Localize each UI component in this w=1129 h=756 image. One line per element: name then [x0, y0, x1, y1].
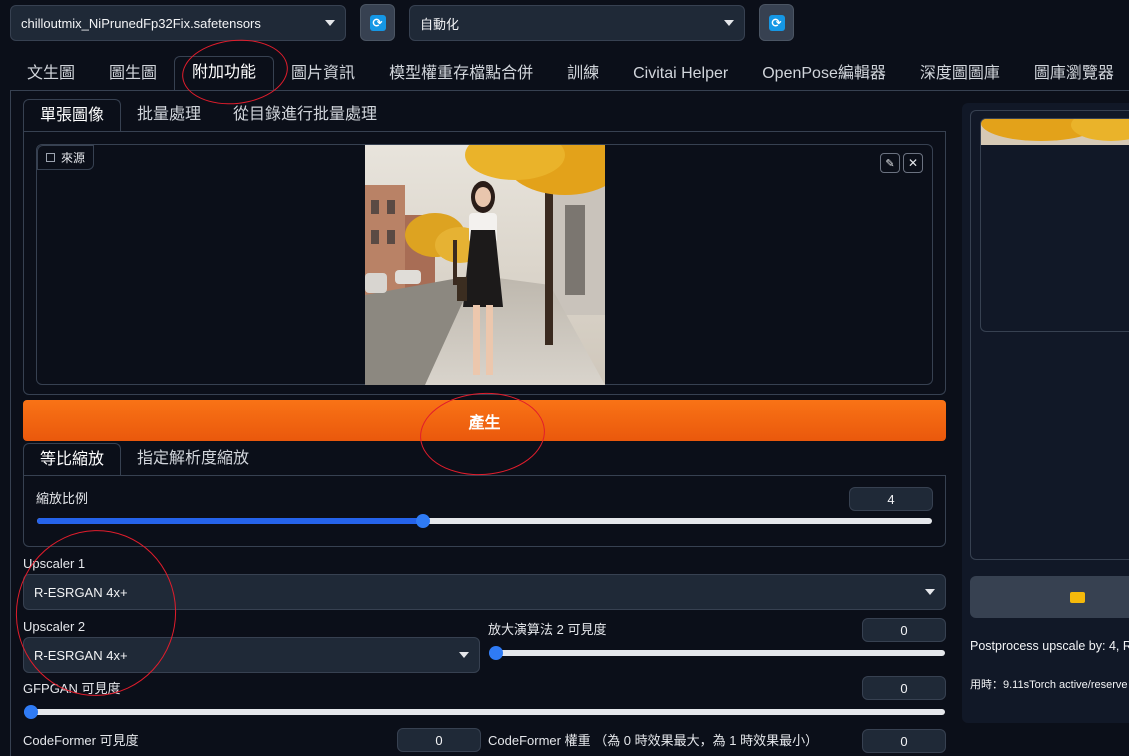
tab-train[interactable]: 訓練 — [550, 58, 616, 90]
gfpgan-slider[interactable] — [24, 705, 945, 719]
scale-number-input[interactable]: 4 — [849, 487, 933, 511]
sub-tabs: 單張圖像 批量處理 從目錄進行批量處理 — [23, 99, 946, 132]
vae-select[interactable]: 自動化 — [409, 5, 745, 41]
tab-depth-library[interactable]: 深度圖圖庫 — [903, 58, 1017, 90]
codeformer-weight-input[interactable]: 0 — [862, 729, 946, 753]
tab-civitai-helper[interactable]: Civitai Helper — [616, 58, 745, 90]
output-info-text: Postprocess upscale by: 4, R — [970, 639, 1129, 653]
gfpgan-thumb[interactable] — [24, 705, 38, 719]
scale-slider-fill — [37, 518, 424, 524]
upscaler2-visibility-input[interactable]: 0 — [862, 618, 946, 642]
refresh-icon: ⟳ — [768, 14, 785, 31]
upscaler2-visibility-thumb[interactable] — [489, 646, 503, 660]
tab-batch-from-directory[interactable]: 從目錄進行批量處理 — [217, 99, 393, 131]
upscaler2-visibility-slider[interactable] — [489, 646, 945, 660]
upscaler2-value: R-ESRGAN 4x+ — [34, 647, 128, 663]
model-select-value: chilloutmix_NiPrunedFp32Fix.safetensors — [21, 15, 261, 31]
chevron-down-icon — [325, 20, 335, 26]
upscaler2-label: Upscaler 2 — [23, 619, 86, 634]
vae-select-value: 自動化 — [420, 16, 460, 32]
tab-scale-to[interactable]: 指定解析度縮放 — [121, 443, 265, 475]
tab-batch-process[interactable]: 批量處理 — [121, 99, 217, 131]
open-folder-button[interactable] — [970, 576, 1129, 618]
generate-button[interactable]: 產生 — [23, 400, 946, 441]
output-thumbnail[interactable] — [980, 118, 1129, 332]
tab-checkpoint-merger[interactable]: 模型權重存檔點合併 — [372, 58, 550, 90]
tab-png-info[interactable]: 圖片資訊 — [274, 58, 372, 90]
output-thumbnail-image — [981, 119, 1129, 145]
chevron-down-icon — [459, 652, 469, 658]
codeformer-label: CodeFormer 可見度 — [23, 733, 139, 748]
folder-icon — [1069, 591, 1085, 603]
tab-extras[interactable]: 附加功能 — [174, 56, 275, 90]
upscaler1-select[interactable]: R-ESRGAN 4x+ — [23, 574, 946, 610]
tab-single-image[interactable]: 單張圖像 — [23, 99, 122, 131]
tab-txt2img[interactable]: 文生圖 — [10, 58, 92, 90]
single-image-panel — [23, 131, 946, 395]
upscaler1-label: Upscaler 1 — [23, 556, 86, 571]
output-time-text: 用時：9.11sTorch active/reserve — [970, 679, 1128, 691]
scale-label: 縮放比例 — [36, 491, 89, 506]
gfpgan-label: GFPGAN 可見度 — [23, 681, 121, 696]
resize-tabs: 等比縮放 指定解析度縮放 — [23, 443, 946, 476]
refresh-vae-button[interactable]: ⟳ — [759, 4, 794, 41]
refresh-model-button[interactable]: ⟳ — [360, 4, 395, 41]
codeformer-weight-label: CodeFormer 權重 （為 0 時效果最大，為 1 時效果最小） — [488, 733, 819, 748]
tab-openpose-editor[interactable]: OpenPose編輯器 — [745, 58, 903, 90]
codeformer-input[interactable]: 0 — [397, 728, 481, 752]
scale-slider[interactable] — [37, 514, 932, 528]
refresh-icon: ⟳ — [369, 14, 386, 31]
gfpgan-input[interactable]: 0 — [862, 676, 946, 700]
scale-panel — [23, 475, 946, 547]
model-select[interactable]: chilloutmix_NiPrunedFp32Fix.safetensors — [10, 5, 346, 41]
chevron-down-icon — [724, 20, 734, 26]
upscaler1-value: R-ESRGAN 4x+ — [34, 584, 128, 600]
chevron-down-icon — [925, 589, 935, 595]
upscaler2-visibility-label: 放大演算法 2 可見度 — [488, 622, 607, 637]
tab-scale-by[interactable]: 等比縮放 — [23, 443, 122, 475]
main-tabs: 文生圖 圖生圖 附加功能 圖片資訊 模型權重存檔點合併 訓練 Civitai H… — [10, 56, 1129, 91]
upscaler2-select[interactable]: R-ESRGAN 4x+ — [23, 637, 480, 673]
tab-img2img[interactable]: 圖生圖 — [92, 58, 174, 90]
tab-image-browser[interactable]: 圖庫瀏覽器 — [1017, 58, 1129, 90]
generate-label: 產生 — [468, 414, 501, 432]
